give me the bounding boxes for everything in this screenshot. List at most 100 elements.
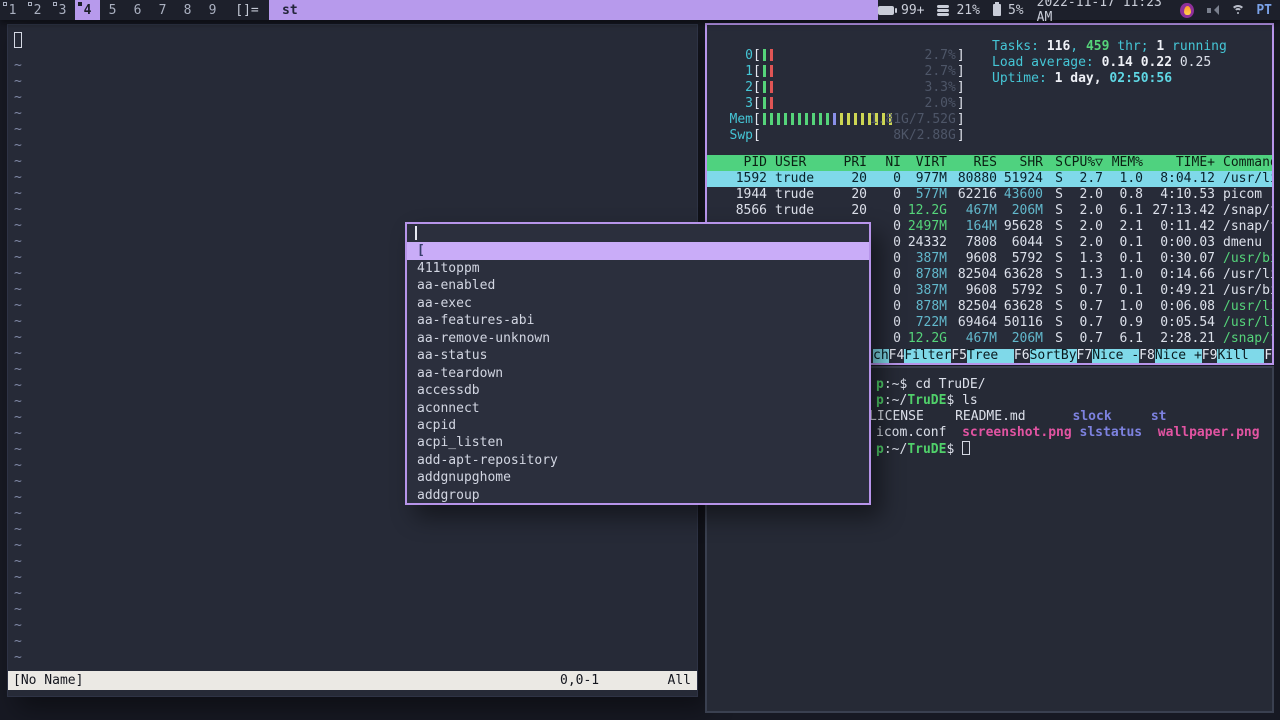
cell: S bbox=[1055, 187, 1063, 202]
fn-key[interactable]: F4 bbox=[889, 349, 905, 363]
workspace-tag-1[interactable]: 1 bbox=[0, 0, 25, 20]
dmenu-input[interactable] bbox=[407, 224, 869, 242]
editor-statusline: [No Name] 0,0-1 All bbox=[8, 671, 697, 690]
summary-span: Load average: bbox=[992, 55, 1102, 70]
tilde-marker: ~ bbox=[14, 202, 22, 217]
fn-key[interactable]: F5 bbox=[951, 349, 967, 363]
summary-span: 116 bbox=[1046, 39, 1071, 54]
dmenu-item[interactable]: aa-exec bbox=[407, 295, 869, 312]
dmenu-item[interactable]: aa-status bbox=[407, 347, 869, 364]
volume-muted-icon[interactable] bbox=[1206, 4, 1220, 16]
tilde-marker: ~ bbox=[14, 122, 22, 137]
dmenu-selected-item[interactable]: [ bbox=[407, 242, 869, 260]
fn-label[interactable]: Tree bbox=[966, 349, 1014, 363]
dmenu-item-list: 411toppm aa-enabled aa-exec aa-features-abi… bbox=[407, 260, 869, 504]
disk-icon bbox=[937, 4, 950, 16]
workspace-tag-2[interactable]: 2 bbox=[25, 0, 50, 20]
dmenu-item[interactable]: 411toppm bbox=[407, 260, 869, 277]
meter-label: Mem bbox=[729, 111, 753, 127]
meter-bar: 3.3% bbox=[761, 80, 957, 95]
meter-tick bbox=[839, 113, 843, 125]
workspace-tag-5[interactable]: 5 bbox=[100, 0, 125, 20]
wifi-icon[interactable] bbox=[1231, 4, 1246, 16]
cell: 6.1 bbox=[1119, 331, 1143, 346]
fn-label[interactable]: Nice + bbox=[1154, 349, 1202, 363]
cell: 5792 bbox=[1011, 283, 1043, 298]
dmenu-item[interactable]: addgroup bbox=[407, 487, 869, 504]
meter-label: Swp bbox=[729, 127, 753, 143]
cell: 206M bbox=[1011, 331, 1043, 346]
tilde-marker: ~ bbox=[14, 314, 22, 329]
process-row[interactable]: 1944 trude 20 0 577M 62216 43600 S 2.0 0.8 4:10.53… bbox=[707, 187, 1272, 203]
dmenu-item[interactable]: accessdb bbox=[407, 382, 869, 399]
terminal-span: LICENSE bbox=[869, 409, 924, 424]
cell: 387M bbox=[915, 283, 947, 298]
dmenu-item[interactable]: aconnect bbox=[407, 400, 869, 417]
cell: 0.9 bbox=[1119, 315, 1143, 330]
tilde-marker: ~ bbox=[14, 218, 22, 233]
process-row[interactable]: 1592 trude 20 0 977M 80880 51924 S 2.7 1.0 8:04.12… bbox=[707, 171, 1272, 187]
meter-tick bbox=[776, 113, 780, 125]
workspace-tag-7[interactable]: 7 bbox=[150, 0, 175, 20]
fn-key[interactable]: F6 bbox=[1014, 349, 1030, 363]
fn-label[interactable]: SortBy bbox=[1029, 349, 1077, 363]
fn-key[interactable]: F9 bbox=[1202, 349, 1218, 363]
workspace-tag-6[interactable]: 6 bbox=[125, 0, 150, 20]
fn-key[interactable]: F7 bbox=[1077, 349, 1093, 363]
workspace-tag-9[interactable]: 9 bbox=[200, 0, 225, 20]
cell: VIRT bbox=[915, 155, 947, 170]
terminal-span bbox=[946, 425, 962, 440]
disk-usage: 21% bbox=[956, 2, 980, 18]
layout-symbol[interactable]: []= bbox=[225, 0, 269, 20]
keyboard-layout-indicator[interactable]: PT bbox=[1256, 3, 1272, 18]
terminal-span: slstatus bbox=[1079, 425, 1143, 440]
cell: 164M bbox=[965, 219, 997, 234]
tilde-marker: ~ bbox=[14, 490, 22, 505]
dmenu-item[interactable]: addgnupghome bbox=[407, 469, 869, 486]
workspace-tag-3[interactable]: 3 bbox=[50, 0, 75, 20]
cell: S bbox=[1055, 283, 1063, 298]
cell: 69464 bbox=[957, 315, 997, 330]
dmenu-item[interactable]: add-apt-repository bbox=[407, 452, 869, 469]
dmenu-item[interactable]: aa-features-abi bbox=[407, 312, 869, 329]
workspace-tag-8[interactable]: 8 bbox=[175, 0, 200, 20]
dmenu-item[interactable]: aa-enabled bbox=[407, 277, 869, 294]
tilde-marker: ~ bbox=[14, 74, 22, 89]
cell: 0:11.42 bbox=[1160, 219, 1215, 234]
dmenu-item[interactable]: acpi_listen bbox=[407, 434, 869, 451]
dmenu-launcher[interactable]: [ 411toppm aa-enabled aa-exec aa-features-a… bbox=[405, 222, 871, 505]
process-row[interactable]: 8566 trude 20 0 12.2G 467M 206M S 2.0 6.1 27:13.42… bbox=[707, 203, 1272, 219]
fn-label[interactable]: Kill bbox=[1217, 349, 1265, 363]
dmenu-item[interactable]: acpid bbox=[407, 417, 869, 434]
fn-label[interactable]: ch bbox=[873, 349, 889, 363]
terminal-cursor bbox=[962, 441, 971, 455]
cell: 0 bbox=[893, 315, 901, 330]
cell: USER bbox=[775, 155, 807, 170]
fire-icon[interactable] bbox=[1180, 2, 1194, 18]
cell: 80880 bbox=[957, 171, 997, 186]
cell: 6.1 bbox=[1119, 203, 1143, 218]
fn-label[interactable]: Nice - bbox=[1092, 349, 1140, 363]
terminal-span: cd TruDE/ bbox=[915, 377, 986, 392]
fn-key[interactable]: F1 bbox=[1264, 349, 1272, 363]
summary-line: Uptime: 1 day, 02:50:56 bbox=[992, 71, 1227, 87]
cell: picom --e bbox=[1223, 187, 1272, 202]
terminal-span: p bbox=[876, 393, 884, 408]
cell: 2.1 bbox=[1119, 219, 1143, 234]
cell: 1944 bbox=[735, 187, 767, 202]
cell: NI bbox=[885, 155, 901, 170]
cell: trude bbox=[775, 203, 815, 218]
workspace-tag-4[interactable]: 4 bbox=[75, 0, 100, 20]
cell: CPU%▽ bbox=[1063, 155, 1103, 170]
battery-vertical-icon bbox=[992, 2, 1001, 16]
cell: /usr/libe bbox=[1223, 299, 1272, 314]
fn-key[interactable]: F8 bbox=[1139, 349, 1155, 363]
fn-label[interactable]: Filter bbox=[904, 349, 952, 363]
dmenu-item[interactable]: aa-remove-unknown bbox=[407, 330, 869, 347]
terminal-span: :~/ bbox=[883, 393, 908, 408]
table-header-row[interactable]: PID USER PRI NI VIRT RES SHR S CPU%▽ MEM% TIME+ Com… bbox=[707, 155, 1272, 171]
cell: 50116 bbox=[1003, 315, 1043, 330]
dmenu-item[interactable]: aa-teardown bbox=[407, 365, 869, 382]
meter-value: 1.81G/7.52G bbox=[869, 111, 956, 127]
meter-label: 3 bbox=[745, 95, 753, 111]
